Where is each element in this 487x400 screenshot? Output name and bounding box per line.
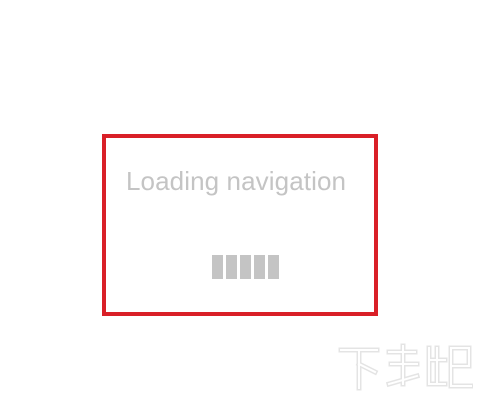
watermark-logo [338, 343, 473, 391]
progress-block [254, 255, 265, 279]
progress-block [226, 255, 237, 279]
progress-block [240, 255, 251, 279]
loading-message: Loading navigation [126, 166, 347, 196]
progress-block [212, 255, 223, 279]
progress-block [268, 255, 279, 279]
highlight-frame [102, 134, 378, 316]
loading-progress-indicator [212, 255, 279, 279]
